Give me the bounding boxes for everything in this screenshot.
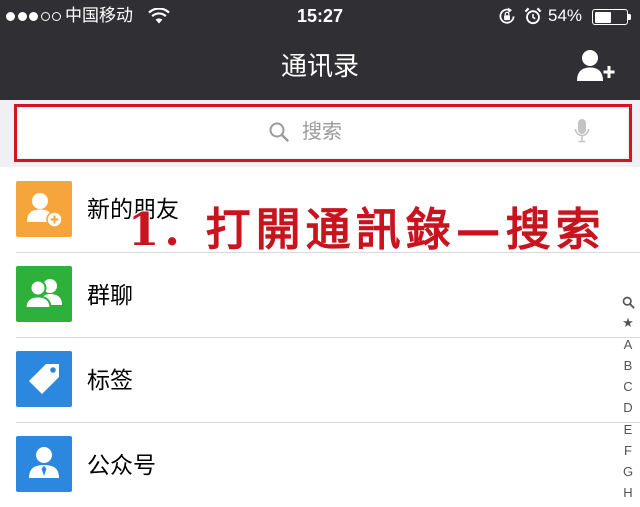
signal-dot: [6, 12, 15, 21]
add-contact-icon[interactable]: [576, 48, 616, 84]
index-item-b[interactable]: B: [616, 355, 640, 376]
battery-icon: [592, 9, 628, 25]
signal-dot: [17, 12, 27, 21]
alphabet-index[interactable]: ★ A B C D E F G H: [616, 291, 640, 504]
battery-terminal: [628, 14, 631, 20]
signal-dot: [40, 12, 50, 21]
search-icon: [269, 122, 289, 142]
carrier-name: 中国移动: [65, 6, 133, 25]
search-placeholder[interactable]: 搜索: [302, 119, 342, 145]
contact-row-label: 公众号: [87, 452, 156, 478]
index-item-d[interactable]: D: [616, 397, 640, 418]
signal-dot: [52, 12, 61, 21]
wifi-icon: [148, 8, 170, 24]
index-item-f[interactable]: F: [616, 440, 640, 461]
page-title: 通讯录: [280, 51, 359, 81]
index-item-e[interactable]: E: [616, 419, 640, 440]
status-bar: 中国移动 15:27 54%: [0, 0, 640, 32]
index-item-star[interactable]: ★: [616, 312, 640, 333]
index-search-icon[interactable]: [616, 291, 640, 312]
battery-percent: 54%: [548, 6, 583, 25]
contact-row-new-friends[interactable]: 新的朋友: [0, 167, 640, 252]
group-chat-icon: [16, 266, 72, 322]
contact-row-label: 新的朋友: [87, 196, 179, 222]
tag-icon: [16, 351, 72, 407]
signal-dot: [29, 12, 38, 21]
contact-row-tags[interactable]: 标签: [0, 338, 640, 422]
new-friends-icon: [16, 181, 72, 237]
index-item-a[interactable]: A: [616, 334, 640, 355]
orientation-lock-icon: [499, 7, 515, 24]
contact-row-official-accounts[interactable]: 公众号: [0, 423, 640, 507]
contact-row-label: 标签: [87, 367, 133, 393]
signal-strength-icon: [6, 12, 61, 21]
contacts-screen: 中国移动 15:27 54% 通讯录 搜索 新的朋友 群聊 标签 公众号 1. …: [0, 0, 640, 507]
index-item-c[interactable]: C: [616, 376, 640, 397]
index-item-h[interactable]: H: [616, 482, 640, 503]
battery-level-fill: [594, 11, 612, 23]
alarm-clock-icon: [524, 7, 542, 25]
index-item-g[interactable]: G: [616, 461, 640, 482]
official-account-icon: [16, 436, 72, 492]
clock-time: 15:27: [296, 6, 344, 26]
contact-row-group-chat[interactable]: 群聊: [0, 253, 640, 337]
contact-row-label: 群聊: [87, 282, 133, 308]
microphone-icon[interactable]: [574, 118, 590, 144]
top-bar: 中国移动 15:27 54% 通讯录: [0, 0, 640, 100]
